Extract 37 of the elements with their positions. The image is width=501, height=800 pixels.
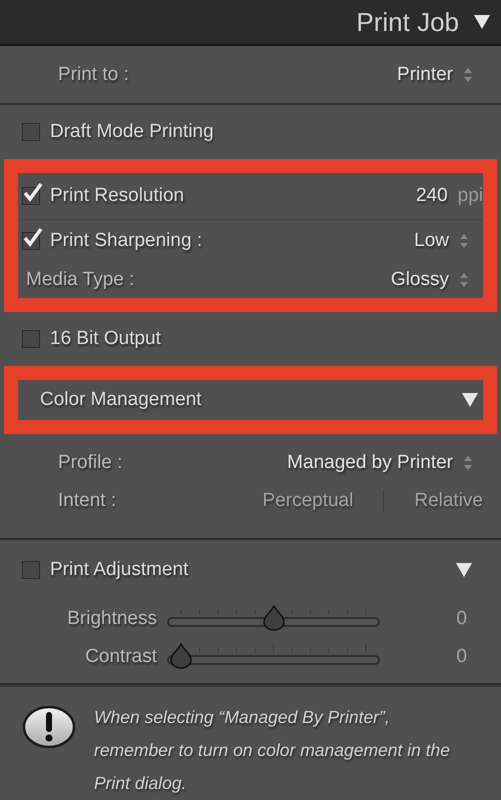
notice-text: When selecting “Managed By Printer”, remember to turn on color management in the Print dialog. [94, 706, 452, 795]
option-label: Print Resolution [50, 185, 184, 207]
slider-label: Contrast [85, 646, 157, 668]
unit-label: ppi [458, 185, 483, 207]
stepper-icon [459, 271, 469, 289]
slider-reading: 0 [455, 646, 467, 668]
slider-reading: 0 [455, 608, 467, 630]
stepper-icon [463, 454, 473, 472]
select-value[interactable]: Printer [397, 64, 453, 86]
checkbox[interactable] [22, 561, 40, 579]
option-label: Print Adjustment [50, 559, 188, 581]
field-label: Intent : [58, 490, 116, 512]
collapse-triangle-icon[interactable] [455, 562, 473, 578]
checkbox[interactable] [22, 330, 40, 348]
slider-thumb[interactable] [262, 604, 286, 632]
stepper-icon [463, 66, 473, 84]
field-label: Profile : [58, 452, 122, 474]
stepper-icon [459, 232, 469, 250]
slider-thumb[interactable] [169, 642, 193, 670]
intent-option[interactable]: Perceptual [262, 490, 354, 512]
select-value[interactable]: Managed by Printer [287, 452, 453, 474]
option-label: Draft Mode Printing [50, 121, 214, 143]
select-value[interactable]: Glossy [390, 269, 449, 291]
option-label: Print Sharpening : [50, 230, 202, 252]
checkbox[interactable] [22, 123, 40, 141]
slider-label: Brightness [67, 608, 157, 630]
field-label: Print to : [58, 64, 129, 86]
option-label: 16 Bit Output [50, 328, 161, 350]
collapse-triangle-icon[interactable] [461, 392, 479, 408]
section-title[interactable]: Color Management [40, 389, 202, 411]
collapse-triangle-icon[interactable] [473, 14, 491, 30]
select-value[interactable]: Low [414, 230, 449, 252]
warning-icon [22, 705, 76, 749]
intent-option[interactable]: Relative [414, 490, 483, 512]
panel-title: Print Job [356, 6, 459, 38]
resolution-value[interactable]: 240 [416, 185, 448, 207]
field-label: Media Type : [26, 269, 134, 291]
